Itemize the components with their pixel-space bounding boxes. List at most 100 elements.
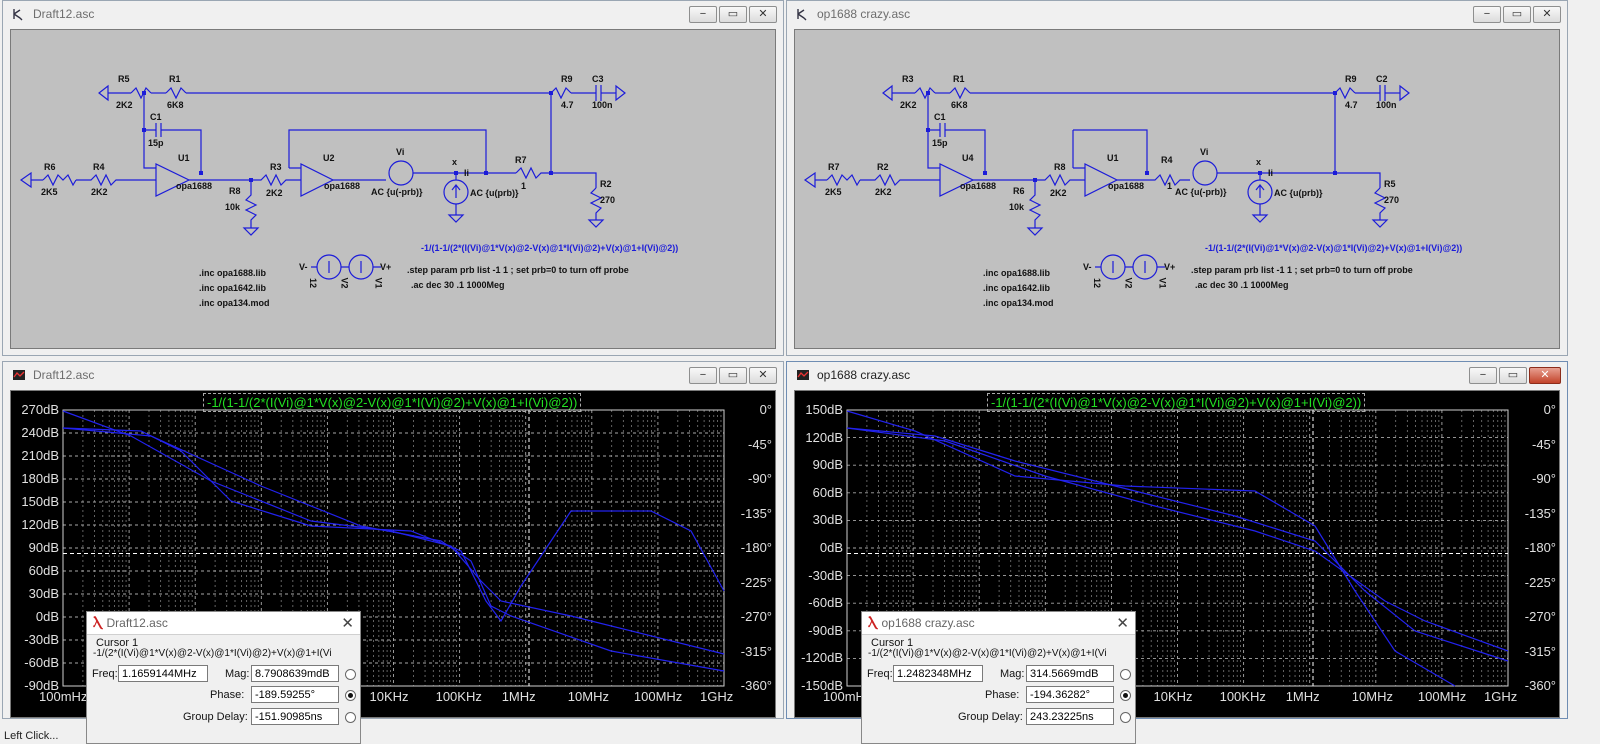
include-directive[interactable]: .inc opa134.mod [199,298,270,308]
title-bar[interactable]: op1688 crazy.asc − ▭ ✕ [787,362,1567,388]
maximize-button[interactable]: ▭ [719,367,747,384]
group-delay-radio[interactable] [345,712,356,723]
close-icon[interactable]: ✕ [341,614,354,632]
y-right-tick-label: -180° [1524,540,1556,555]
expression-directive[interactable]: -1/(1-1/(2*(I(Vi)@1*V(x)@2-V(x)@1*I(Vi)@… [421,243,678,253]
maximize-button[interactable]: ▭ [1499,367,1527,384]
minimize-button[interactable]: − [689,367,717,384]
cursor-dialog-left[interactable]: Ⲗ Draft12.asc ✕ Cursor 1 -1/(2*(I(Vi)@1*… [86,611,361,744]
mag-field[interactable] [1026,665,1114,682]
trace-label[interactable]: -1/(1-1/(2*(I(Vi)@1*V(x)@2-V(x)@1*I(Vi)@… [987,393,1366,412]
dialog-title-bar[interactable]: Ⲗ Draft12.asc ✕ [87,612,360,635]
minimize-button[interactable]: − [689,6,717,23]
y-right-tick-label: -225° [740,574,772,590]
y-right-tick-label: -180° [740,540,772,555]
window-title: op1688 crazy.asc [817,7,911,21]
y-left-tick-label: -30dB [808,567,843,583]
schematic-label: AC {u(prb)} [470,188,519,198]
include-directive[interactable]: .inc opa1642.lib [983,283,1050,293]
schematic-label: V+ [1164,262,1176,272]
step-directive[interactable]: .step param prb list -1 1 ; set prb=0 to… [407,265,629,275]
schematic-label: 270 [600,195,616,205]
y-left-tick-label: 150dB [21,494,59,509]
ac-directive[interactable]: .ac dec 30 .1 1000Meg [1195,280,1289,290]
phase-radio[interactable] [1120,690,1131,701]
title-bar[interactable]: op1688 crazy.asc − ▭ ✕ [787,1,1567,27]
maximize-button[interactable]: ▭ [1503,6,1531,23]
phase-radio[interactable] [345,690,356,701]
include-directive[interactable]: .inc opa134.mod [983,298,1054,308]
y-right-tick-label: -45° [748,436,772,452]
schematic-label: V- [1083,262,1092,272]
y-right-tick-label: -270° [1524,609,1556,624]
freq-field[interactable] [118,665,208,682]
x-tick-label: 10KHz [369,689,409,704]
maximize-button[interactable]: ▭ [719,6,747,23]
title-bar[interactable]: Draft12.asc − ▭ ✕ [3,362,783,388]
close-icon[interactable]: ✕ [1116,614,1129,632]
mag-radio[interactable] [1120,669,1131,680]
y-right-tick-label: -135° [740,505,772,521]
ltspice-icon: Ⲗ [868,615,877,630]
group-delay-field[interactable] [251,708,339,725]
schematic-label: C2 [1376,74,1388,84]
window-title: Draft12.asc [33,7,95,21]
dialog-title-bar[interactable]: Ⲗ op1688 crazy.asc ✕ [862,612,1135,635]
schematic-label: R1 [169,74,181,84]
window-title: op1688 crazy.asc [817,368,911,382]
trace-label[interactable]: -1/(1-1/(2*(I(Vi)@1*V(x)@2-V(x)@1*I(Vi)@… [203,393,582,412]
close-button[interactable]: ✕ [749,6,777,23]
schematic-label: V1 [1157,277,1168,289]
schematic-canvas[interactable]: R3 2K2 R1 6K8 R9 4.7 C2 100n C1 15p U4 o… [794,29,1560,349]
mag-radio[interactable] [345,669,356,680]
y-left-tick-label: -90dB [808,622,843,638]
schematic-label: AC {u(-prb)} [1175,187,1227,197]
schematic-label: AC {u(prb)} [1274,188,1323,198]
schematic-label: x [452,157,458,167]
minimize-button[interactable]: − [1473,6,1501,23]
group-delay-field[interactable] [1026,708,1114,725]
phase-label: Phase: [210,689,245,701]
include-directive[interactable]: .inc opa1688.lib [983,268,1050,278]
y-left-tick-label: 60dB [28,563,59,578]
y-left-tick-label: 0dB [819,540,843,555]
step-directive[interactable]: .step param prb list -1 1 ; set prb=0 to… [1191,265,1413,275]
schematic-window-left[interactable]: Draft12.asc − ▭ ✕ R5 2K2 R1 6K8 R9 4.7 C… [2,0,784,356]
cursor-dialog-right[interactable]: Ⲗ op1688 crazy.asc ✕ Cursor 1 -1/(2*(I(V… [861,611,1136,744]
schematic-label: R9 [1345,74,1357,84]
schematic-label: R8 [1054,162,1066,172]
y-left-tick-label: 30dB [812,512,843,528]
group-delay-radio[interactable] [1120,712,1131,723]
schematic-label: V1 [373,277,384,289]
include-directive[interactable]: .inc opa1688.lib [199,268,266,278]
ac-directive[interactable]: .ac dec 30 .1 1000Meg [411,280,505,290]
mag-field[interactable] [251,665,339,682]
waveform-icon [795,367,811,383]
x-tick-label: 1MHz [501,689,536,704]
schematic-canvas[interactable]: R5 2K2 R1 6K8 R9 4.7 C3 100n C1 15p U1 o… [10,29,776,349]
schematic-label: U2 [323,153,335,163]
title-bar[interactable]: Draft12.asc − ▭ ✕ [3,1,783,27]
x-tick-label: 100KHz [435,689,482,704]
y-left-tick-label: 120dB [805,429,843,445]
y-right-tick-label: -225° [1524,574,1556,590]
minimize-button[interactable]: − [1469,367,1497,384]
schematic-label: 4.7 [1345,100,1358,110]
include-directive[interactable]: .inc opa1642.lib [199,283,266,293]
schematic-label: opa1688 [176,181,213,191]
expression-directive[interactable]: -1/(1-1/(2*(I(Vi)@1*V(x)@2-V(x)@1*I(Vi)@… [1205,243,1462,253]
close-button[interactable]: ✕ [1529,367,1561,384]
close-button[interactable]: ✕ [749,367,777,384]
freq-field[interactable] [893,665,983,682]
y-left-tick-label: -120dB [801,650,843,666]
schematic-window-right[interactable]: op1688 crazy.asc − ▭ ✕ R3 2K2 R1 6K8 R9 … [786,0,1568,356]
waveform-icon [11,367,27,383]
schematic-label: R2 [877,162,889,172]
window-title: Draft12.asc [33,368,95,382]
phase-field[interactable] [1026,686,1114,703]
schematic-label: R5 [118,74,130,84]
close-button[interactable]: ✕ [1533,6,1561,23]
schematic-label: AC {u(-prb)} [371,187,423,197]
y-left-tick-label: 0dB [35,609,59,624]
phase-field[interactable] [251,686,339,703]
